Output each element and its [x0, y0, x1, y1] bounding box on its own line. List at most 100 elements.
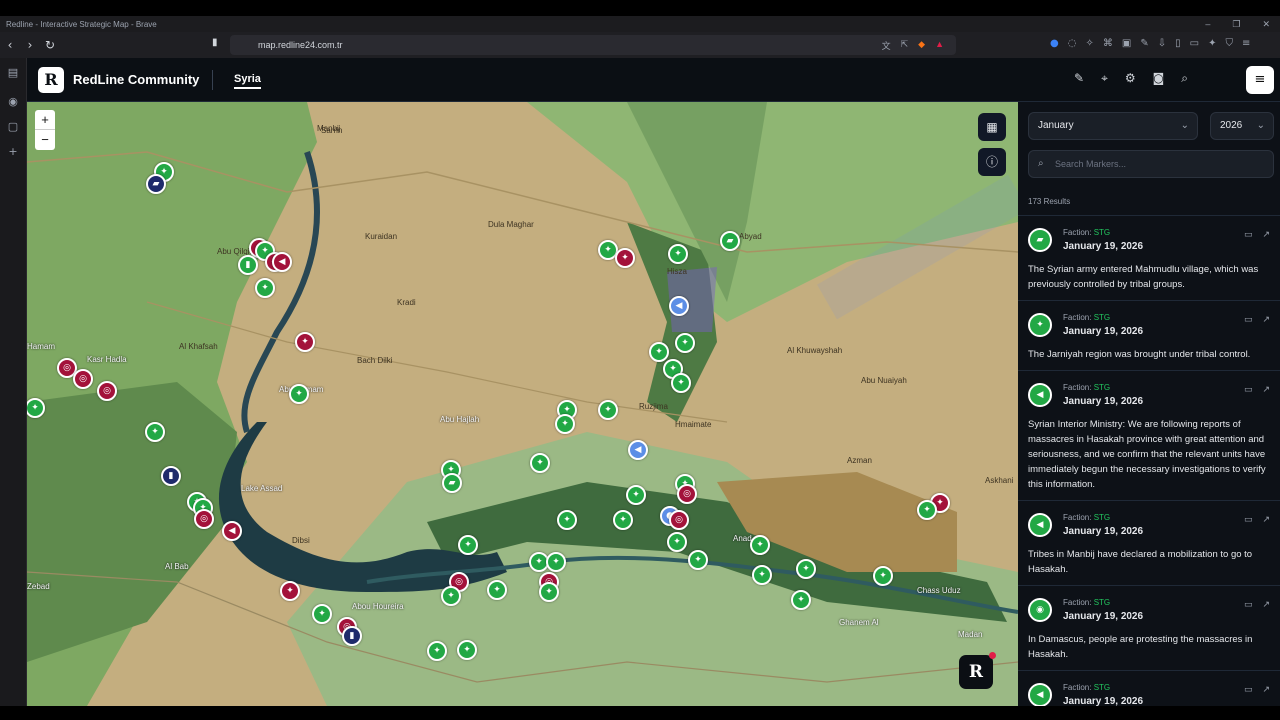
map-marker-opposing[interactable]: ◎ — [194, 509, 214, 529]
map-marker-stg[interactable]: ✦ — [873, 566, 893, 586]
map-marker-opposing[interactable]: ◎ — [677, 484, 697, 504]
brave-shield-icon[interactable]: ◆ — [918, 39, 925, 52]
video-icon[interactable]: ▭ — [1244, 515, 1253, 525]
list-item[interactable]: ▰ Faction: STG January 19, 2026 ▭ ↗ The S… — [1018, 215, 1280, 300]
map-marker-stg[interactable]: ✦ — [668, 244, 688, 264]
sidebar-panel-icon[interactable]: ▤ — [0, 66, 26, 79]
app-logo[interactable]: R — [38, 67, 64, 93]
list-item[interactable]: ◀ Faction: STG January 19, 2026 ▭ ↗ Tribe… — [1018, 500, 1280, 585]
map-marker-stg[interactable]: ✦ — [688, 550, 708, 570]
download-icon[interactable]: ⇩ — [1158, 38, 1166, 49]
map-marker-stg[interactable]: ✦ — [289, 384, 309, 404]
map-marker-stg[interactable]: ✦ — [530, 453, 550, 473]
tab-syria[interactable]: Syria — [234, 73, 261, 89]
pencil-icon[interactable]: ✎ — [1140, 38, 1148, 49]
map-marker-stg[interactable]: ✦ — [487, 580, 507, 600]
map-marker-info[interactable]: ◀ — [628, 440, 648, 460]
extension-icon[interactable]: ✧ — [1085, 38, 1093, 49]
map-marker-stg[interactable]: ✦ — [312, 604, 332, 624]
external-link-icon[interactable]: ↗ — [1262, 600, 1270, 610]
gear-icon[interactable]: ⚙ — [1125, 71, 1136, 86]
external-link-icon[interactable]: ↗ — [1262, 230, 1270, 240]
map-marker-stg[interactable]: ▮ — [238, 255, 258, 275]
map-marker-stg[interactable]: ✦ — [458, 535, 478, 555]
map-marker-stg[interactable]: ✦ — [796, 559, 816, 579]
map-marker-stg[interactable]: ✦ — [145, 422, 165, 442]
map-marker-stg[interactable]: ✦ — [671, 373, 691, 393]
map-marker-stg[interactable]: ▰ — [442, 473, 462, 493]
pin-icon[interactable]: ⌖ — [1101, 71, 1108, 86]
map-marker-opposing[interactable]: ✦ — [615, 248, 635, 268]
external-link-icon[interactable]: ↗ — [1262, 385, 1270, 395]
redline-badge[interactable]: R — [959, 652, 996, 689]
sidebar-site-icon[interactable]: ◉ — [0, 95, 26, 108]
close-icon[interactable]: ✕ — [1262, 19, 1270, 30]
map-marker-stg[interactable]: ✦ — [667, 532, 687, 552]
video-icon[interactable]: ▭ — [1244, 685, 1253, 695]
month-select[interactable]: January ⌄ — [1028, 112, 1198, 140]
map-marker-stg[interactable]: ✦ — [917, 500, 937, 520]
map-info-button[interactable]: ⓘ — [978, 148, 1006, 176]
map-marker-opposing[interactable]: ✦ — [280, 581, 300, 601]
map-marker-navy[interactable]: ▮ — [161, 466, 181, 486]
extension-icon[interactable]: ● — [1050, 38, 1059, 49]
video-icon[interactable]: ▭ — [1244, 315, 1253, 325]
map-marker-opposing[interactable]: ◎ — [669, 510, 689, 530]
map-marker-stg[interactable]: ✦ — [555, 414, 575, 434]
map-marker-stg[interactable]: ✦ — [598, 400, 618, 420]
sidebar-toggle-icon[interactable]: ▯ — [1175, 38, 1181, 49]
camera-icon[interactable]: ◙ — [1153, 71, 1165, 86]
reload-icon[interactable]: ↻ — [40, 38, 60, 52]
minimize-icon[interactable]: – — [1205, 19, 1210, 29]
sidebar-bookmark-icon[interactable]: ▢ — [0, 120, 26, 133]
list-item[interactable]: ◀ Faction: STG January 19, 2026 ▭ ↗ Syria… — [1018, 370, 1280, 500]
forward-icon[interactable]: › — [20, 38, 40, 52]
puzzle-icon[interactable]: ⌘ — [1103, 38, 1113, 49]
extension-icon[interactable]: ◌ — [1068, 38, 1077, 49]
back-icon[interactable]: ‹ — [0, 38, 20, 52]
map-marker-opposing[interactable]: ✦ — [295, 332, 315, 352]
map-marker-stg[interactable]: ✦ — [752, 565, 772, 585]
map-marker-stg[interactable]: ✦ — [457, 640, 477, 660]
map-marker-stg[interactable]: ✦ — [791, 590, 811, 610]
brave-rewards-icon[interactable]: ▲ — [935, 39, 944, 52]
video-icon[interactable]: ▭ — [1244, 385, 1253, 395]
map-marker-navy[interactable]: ▮ — [342, 626, 362, 646]
share-icon[interactable]: ⇱ — [901, 39, 909, 52]
external-link-icon[interactable]: ↗ — [1262, 515, 1270, 525]
wallet-icon[interactable]: ▭ — [1190, 38, 1199, 49]
external-link-icon[interactable]: ↗ — [1262, 315, 1270, 325]
zoom-in-button[interactable]: + — [35, 110, 55, 130]
screenshot-icon[interactable]: ▣ — [1122, 38, 1131, 49]
map-marker-stg[interactable]: ✦ — [255, 278, 275, 298]
map-marker-stg[interactable]: ✦ — [675, 333, 695, 353]
hamburger-menu-button[interactable]: ≡ — [1246, 66, 1274, 94]
external-link-icon[interactable]: ↗ — [1262, 685, 1270, 695]
address-bar[interactable]: map.redline24.com.tr 文 ⇱ ◆ ▲ — [230, 35, 956, 55]
zoom-out-button[interactable]: − — [35, 130, 55, 150]
list-item[interactable]: ◉ Faction: STG January 19, 2026 ▭ ↗ In Da… — [1018, 585, 1280, 670]
menu-icon[interactable]: ≡ — [1242, 38, 1250, 49]
map-marker-stg[interactable]: ✦ — [613, 510, 633, 530]
video-icon[interactable]: ▭ — [1244, 600, 1253, 610]
map-marker-navy[interactable]: ▰ — [146, 174, 166, 194]
map-marker-stg[interactable]: ✦ — [649, 342, 669, 362]
sidebar-add-icon[interactable]: + — [0, 145, 26, 158]
vpn-icon[interactable]: ⛉ — [1225, 38, 1233, 49]
map-marker-opposing[interactable]: ◎ — [73, 369, 93, 389]
search-markers-input[interactable]: ⌕ Search Markers... — [1028, 150, 1274, 178]
brand-name[interactable]: RedLine Community — [73, 72, 199, 87]
map-marker-stg[interactable]: ✦ — [750, 535, 770, 555]
map-marker-stg[interactable]: ✦ — [626, 485, 646, 505]
map-view[interactable]: Manbij Sarrin Dula Maghar Kuraidan Kradi… — [27, 102, 1018, 706]
map-marker-stg[interactable]: ✦ — [427, 641, 447, 661]
map-marker-opposing[interactable]: ◀ — [272, 252, 292, 272]
restore-icon[interactable]: ❐ — [1232, 19, 1240, 30]
pencil-icon[interactable]: ✎ — [1074, 71, 1084, 86]
bookmark-icon[interactable]: ▮ — [212, 37, 218, 48]
search-icon[interactable]: ⌕ — [1181, 71, 1188, 86]
translate-icon[interactable]: 文 — [882, 39, 891, 52]
video-icon[interactable]: ▭ — [1244, 230, 1253, 240]
map-marker-opposing[interactable]: ◎ — [97, 381, 117, 401]
map-layers-button[interactable]: ▦ — [978, 113, 1006, 141]
